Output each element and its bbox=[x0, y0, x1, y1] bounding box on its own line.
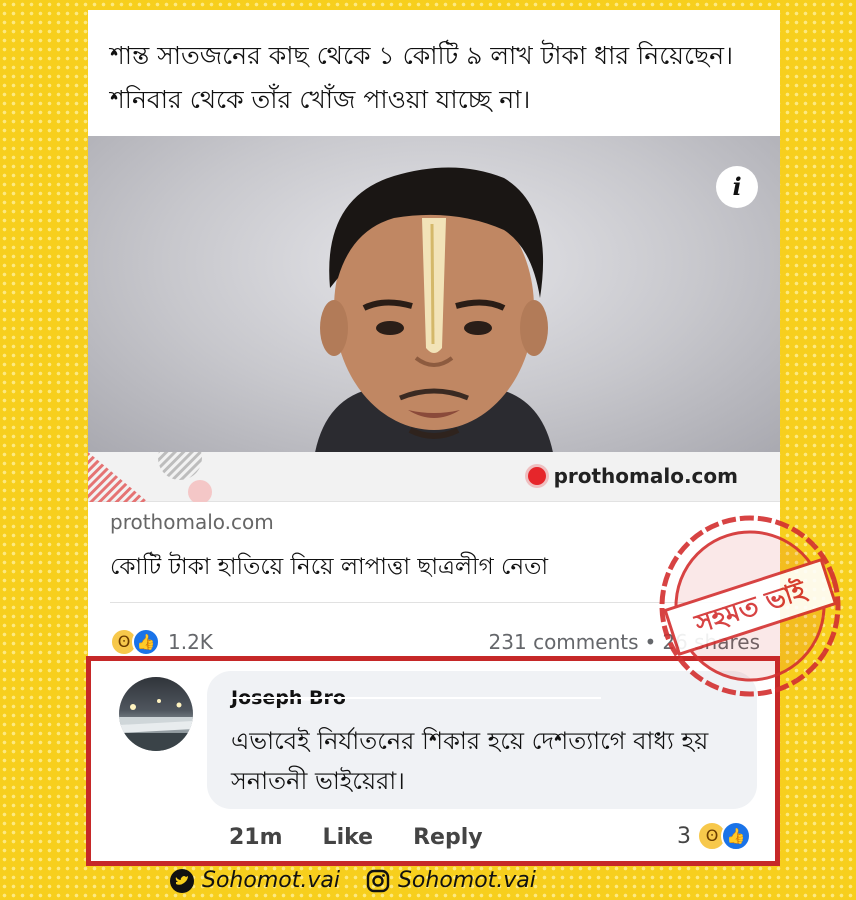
instagram-icon[interactable] bbox=[366, 869, 390, 893]
like-button[interactable]: Like bbox=[323, 825, 374, 850]
link-title[interactable]: কোটি টাকা হাতিয়ে নিয়ে লাপাত্তা ছাত্রলী… bbox=[110, 548, 548, 587]
like-icon: 👍 bbox=[132, 628, 160, 656]
post-text: শান্ত সাতজনের কাছ থেকে ১ কোটি ৯ লাখ টাকা… bbox=[110, 41, 734, 114]
footer-credits: Sohomot.vai Sohomot.vai bbox=[170, 868, 536, 893]
like-icon: 👍 bbox=[721, 821, 751, 851]
reaction-icons[interactable]: ʘ 👍 bbox=[110, 628, 160, 656]
stamp-logo: সহমত ভাই bbox=[659, 515, 841, 697]
comment-reactions[interactable]: 3 ʘ 👍 bbox=[677, 821, 751, 851]
reaction-count[interactable]: 1.2K bbox=[168, 630, 213, 654]
twitter-icon[interactable] bbox=[170, 868, 194, 893]
link-domain[interactable]: prothomalo.com bbox=[110, 510, 274, 534]
twitter-handle[interactable]: Sohomot.vai bbox=[202, 868, 340, 893]
comments-count[interactable]: 231 comments bbox=[489, 630, 639, 654]
sun-logo-icon bbox=[527, 467, 546, 485]
person-portrait bbox=[315, 167, 553, 452]
brand-name: prothomalo.com bbox=[553, 464, 738, 488]
comment-text: এভাবেই নির্যাতনের শিকার হয়ে দেশত্যাগে ব… bbox=[231, 727, 709, 795]
brand-logo: prothomalo.com bbox=[527, 464, 738, 488]
news-photo[interactable]: i bbox=[88, 136, 780, 452]
avatar-photo bbox=[119, 699, 193, 751]
reply-button[interactable]: Reply bbox=[413, 825, 483, 850]
comment-time[interactable]: 21m bbox=[229, 825, 283, 850]
instagram-handle[interactable]: Sohomot.vai bbox=[398, 868, 536, 893]
comment-actions: 21m Like Reply bbox=[229, 825, 483, 850]
image-source-strip: prothomalo.com bbox=[88, 452, 780, 502]
comment-reaction-count: 3 bbox=[677, 823, 691, 849]
name-strikeline bbox=[231, 697, 601, 699]
decorative-pattern bbox=[88, 452, 212, 502]
avatar[interactable] bbox=[119, 677, 193, 751]
info-icon[interactable]: i bbox=[716, 166, 758, 208]
